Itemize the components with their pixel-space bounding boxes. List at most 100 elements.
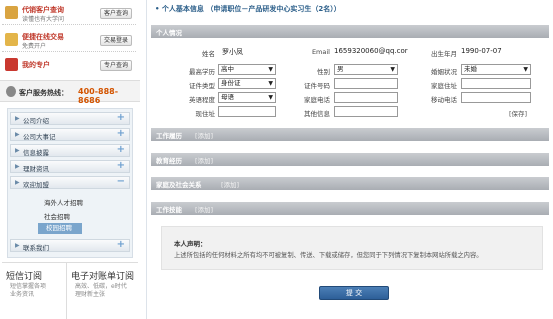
page-title: • 个人基本信息 （申请职位－产品研发中心实习生（2名）） [155, 5, 341, 13]
quick-link-my-account: 我的专户 专户查询 [2, 55, 136, 77]
phone-icon [6, 86, 16, 97]
dropdown-arrow-icon: ▼ [268, 66, 273, 73]
subnav-campus-recruit[interactable]: 校园招聘 [38, 223, 82, 234]
add-work-link[interactable]: [添加] [195, 130, 213, 140]
promo-e-statement[interactable]: 电子对账单订阅 高效、低碳，e时代 理财新主张 [66, 262, 138, 319]
home-phone-input[interactable] [334, 92, 398, 103]
education-select[interactable]: 高中 ▼ [218, 64, 276, 75]
section-title: 工作技能 [156, 206, 182, 214]
quick-link-client-query: 代销客户查询 读懂也有大学问 客户查询 [2, 3, 136, 25]
home-address-label: 家庭住址 [431, 82, 457, 90]
dropdown-arrow-icon: ▼ [523, 66, 528, 73]
english-level-label: 英语程度 [189, 96, 215, 104]
section-title: 教育经历 [156, 157, 182, 165]
gender-label: 性别 [317, 68, 330, 76]
nav-item-label: 信息披露 [23, 149, 49, 157]
nav-item-join-us[interactable]: ▶ 欢迎加盟 − [10, 176, 130, 189]
home-phone-label: 家庭电话 [304, 96, 330, 104]
promo-title: 电子对账单订阅 [71, 272, 135, 282]
collapse-icon[interactable]: − [117, 176, 125, 187]
mobile-input[interactable] [461, 92, 531, 103]
expand-icon[interactable]: + [117, 128, 125, 139]
add-skill-link[interactable]: [添加] [195, 204, 213, 214]
arrow-right-icon: ▶ [15, 179, 20, 186]
expand-icon[interactable]: + [117, 160, 125, 171]
expand-icon[interactable]: + [117, 239, 125, 250]
trade-login-button[interactable]: 交易登录 [100, 35, 132, 46]
nav-item-news[interactable]: ▶ 理财资讯 + [10, 160, 130, 173]
sidebar: 代销客户查询 读懂也有大学问 客户查询 便捷在线交易 免费开户 交易登录 我的专… [0, 0, 140, 319]
quick-link-title: 我的专户 [22, 61, 50, 69]
other-info-input[interactable] [334, 106, 398, 117]
nav-item-label: 联系我们 [23, 244, 49, 252]
promo-desc: 高效、低碳，e时代 理财新主张 [75, 283, 127, 298]
section-title: 工作履历 [156, 132, 182, 140]
add-family-link[interactable]: [添加] [221, 179, 239, 189]
submit-button[interactable]: 提 交 [319, 286, 389, 300]
id-number-input[interactable] [334, 78, 398, 89]
english-level-select[interactable]: 母语 ▼ [218, 92, 276, 103]
declaration-box: 本人声明： 上述所包括的任何材料之所有均不可被复制、传送、下载或储存，但您同于下… [161, 226, 543, 270]
mobile-label: 移动电话 [431, 96, 457, 104]
quick-link-online-trade: 便捷在线交易 免费开户 交易登录 [2, 30, 136, 52]
section-family: 家庭及社会关系 [添加] [151, 177, 549, 190]
section-personal: 个人情况 [151, 25, 549, 38]
user-search-icon [5, 6, 18, 19]
declaration-text: 上述所包括的任何材料之所有均不可被复制、传送、下载或储存，但您同于下列情况下复制… [174, 252, 483, 259]
declaration-title: 本人声明： [174, 240, 207, 248]
expand-icon[interactable]: + [117, 144, 125, 155]
section-skills: 工作技能 [添加] [151, 202, 549, 215]
section-title: 个人情况 [156, 29, 182, 37]
section-work-history: 工作履历 [添加] [151, 128, 549, 141]
current-address-label: 现住址 [195, 110, 216, 118]
arrow-right-icon: ▶ [15, 242, 20, 249]
arrow-right-icon: ▶ [15, 163, 20, 170]
gender-select[interactable]: 男 ▼ [334, 64, 398, 75]
education-label: 最高学历 [189, 68, 215, 76]
account-query-button[interactable]: 专户查询 [100, 60, 132, 71]
email-label: Email [311, 48, 330, 56]
nav-item-milestones[interactable]: ▶ 公司大事记 + [10, 128, 130, 141]
marital-select[interactable]: 未婚 ▼ [461, 64, 531, 75]
nav-item-disclosure[interactable]: ▶ 信息披露 + [10, 144, 130, 157]
save-link[interactable]: [保存] [509, 108, 527, 118]
subnav-social-recruit[interactable]: 社会招聘 [44, 211, 70, 221]
marital-label: 婚姻状况 [431, 68, 457, 76]
section-title: 家庭及社会关系 [156, 181, 202, 189]
nav-item-company-intro[interactable]: ▶ 公司介绍 + [10, 112, 130, 125]
nav-item-label: 公司大事记 [23, 133, 56, 141]
name-label: 姓名 [202, 50, 215, 58]
nav-item-label: 公司介绍 [23, 117, 49, 125]
dropdown-arrow-icon: ▼ [268, 94, 273, 101]
nav-item-contact[interactable]: ▶ 联系我们 + [10, 239, 130, 252]
client-query-button[interactable]: 客户查询 [100, 8, 132, 19]
id-type-label: 证件类型 [189, 82, 215, 90]
main-content: • 个人基本信息 （申请职位－产品研发中心实习生（2名）） 个人情况 姓名 罗小… [146, 0, 553, 319]
sidebar-nav: ▶ 公司介绍 + ▶ 公司大事记 + ▶ 信息披露 + ▶ 理财资讯 + ▶ 欢… [7, 108, 133, 258]
birth-label: 出生年月 [431, 50, 457, 58]
dropdown-arrow-icon: ▼ [268, 80, 273, 87]
other-info-label: 其他信息 [304, 110, 330, 118]
hotline-number: 400-888-8686 [78, 87, 119, 105]
arrow-right-icon: ▶ [15, 115, 20, 122]
subnav-overseas-recruit[interactable]: 海外人才招聘 [44, 197, 83, 207]
nav-item-label: 理财资讯 [23, 165, 49, 173]
id-type-select[interactable]: 身份证 ▼ [218, 78, 276, 89]
account-icon [5, 58, 18, 71]
arrow-right-icon: ▶ [15, 147, 20, 154]
nav-item-label: 欢迎加盟 [23, 181, 49, 189]
hotline: 客户服务热线： 400-888-8686 [0, 80, 140, 105]
arrow-right-icon: ▶ [15, 131, 20, 138]
add-education-link[interactable]: [添加] [195, 155, 213, 165]
home-address-input[interactable] [461, 78, 531, 89]
id-number-label: 证件号码 [304, 82, 330, 90]
promo-sms-subscribe[interactable]: 短信订阅 短信掌握各项 业务资讯 [2, 262, 66, 319]
hotline-label: 客户服务热线： [19, 89, 68, 97]
expand-icon[interactable]: + [117, 112, 125, 123]
quick-link-desc: 读懂也有大学问 [22, 16, 65, 23]
promo-title: 短信订阅 [6, 272, 43, 282]
section-education: 教育经历 [添加] [151, 153, 549, 166]
current-address-input[interactable] [218, 106, 276, 117]
name-value: 罗小凤 [222, 48, 243, 56]
dropdown-arrow-icon: ▼ [390, 66, 395, 73]
